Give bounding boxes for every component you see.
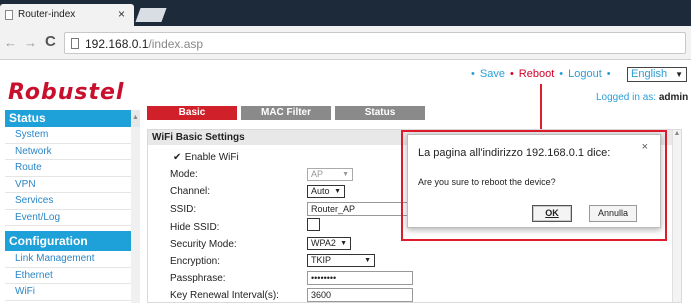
nav-bullet: • <box>509 68 514 80</box>
mode-label: Mode: <box>170 169 198 180</box>
security-mode-select[interactable]: WPA2 ▼ <box>307 237 351 250</box>
passphrase-label: Passphrase: <box>170 273 226 284</box>
cancel-button[interactable]: Annulla <box>589 205 637 222</box>
chevron-down-icon: ▼ <box>342 171 349 178</box>
robustel-logo: Robustel <box>8 80 125 105</box>
close-tab-icon[interactable]: × <box>118 7 125 21</box>
browser-toolbar: ← → C 192.168.0.1/index.asp <box>0 26 691 60</box>
passphrase-input[interactable]: •••••••• <box>307 271 413 285</box>
sidebar-item-services[interactable]: Services <box>5 193 131 210</box>
language-value: English <box>631 68 668 80</box>
url-text: 192.168.0.1/index.asp <box>85 37 204 51</box>
channel-select[interactable]: Auto ▼ <box>307 185 345 198</box>
panel-scrollbar[interactable]: ▲ <box>672 130 681 302</box>
checkmark-icon: ✔ <box>173 152 182 163</box>
encryption-label: Encryption: <box>170 256 221 267</box>
mode-select[interactable]: AP ▼ <box>307 168 353 181</box>
arrow-right-icon[interactable]: → <box>24 35 37 50</box>
sidebar-item-wifi[interactable]: WiFi <box>5 284 131 301</box>
sidebar-item-ethernet[interactable]: Ethernet <box>5 268 131 284</box>
scroll-up-icon[interactable]: ▲ <box>673 130 681 137</box>
chevron-down-icon: ▼ <box>364 257 371 264</box>
dialog-message: Are you sure to reboot the device? <box>418 177 556 187</box>
username: admin <box>658 92 689 103</box>
key-renewal-label: Key Renewal Interval(s): <box>170 290 279 301</box>
browser-tab-bar: Router-index × <box>0 0 691 26</box>
security-mode-label: Security Mode: <box>170 239 237 250</box>
page-icon <box>71 38 79 49</box>
enable-wifi-checkbox[interactable]: ✔ Enable WiFi <box>173 152 239 163</box>
chevron-down-icon: ▼ <box>675 70 683 79</box>
sidebar-item-event-log[interactable]: Event/Log <box>5 210 131 226</box>
enable-wifi-label: Enable WiFi <box>184 152 239 163</box>
hide-ssid-checkbox[interactable] <box>307 218 320 231</box>
nav-bullet: • <box>471 68 475 80</box>
sidebar-scrollbar[interactable] <box>131 127 140 303</box>
key-renewal-input[interactable]: 3600 <box>307 288 413 302</box>
save-link[interactable]: Save <box>480 68 505 80</box>
address-bar[interactable]: 192.168.0.1/index.asp <box>64 32 686 54</box>
top-nav: • Save • Reboot • Logout • <box>466 68 616 80</box>
scroll-up-icon[interactable]: ▲ <box>131 110 140 127</box>
sidebar-heading-status[interactable]: Status ▲ <box>5 110 140 127</box>
nav-bullet: • <box>559 68 564 80</box>
dialog-title: La pagina all'indirizzo 192.168.0.1 dice… <box>418 147 611 159</box>
page-icon <box>5 10 13 20</box>
highlight-connector <box>540 84 542 130</box>
reload-icon[interactable]: C <box>45 33 56 50</box>
close-icon[interactable]: × <box>642 141 648 153</box>
ssid-label: SSID: <box>170 204 197 215</box>
ok-button[interactable]: OK <box>532 205 572 222</box>
confirm-dialog: La pagina all'indirizzo 192.168.0.1 dice… <box>407 134 661 228</box>
tab-title: Router-index <box>18 9 76 20</box>
arrow-left-icon[interactable]: ← <box>4 35 17 50</box>
browser-tab[interactable]: Router-index × <box>0 4 134 26</box>
hide-ssid-label: Hide SSID: <box>170 222 220 233</box>
nav-bullet: • <box>606 68 611 80</box>
sidebar-item-route[interactable]: Route <box>5 160 131 177</box>
tab-basic[interactable]: Basic <box>147 106 237 120</box>
logged-in-status: Logged in as: admin <box>596 92 689 103</box>
reboot-link[interactable]: Reboot <box>519 68 554 80</box>
ssid-input[interactable]: Router_AP <box>307 202 413 216</box>
sidebar-item-network[interactable]: Network <box>5 144 131 160</box>
sidebar-item-system[interactable]: System <box>5 127 131 144</box>
sidebar-item-link-management[interactable]: Link Management <box>5 251 131 268</box>
channel-label: Channel: <box>170 186 211 197</box>
sidebar-heading-configuration[interactable]: Configuration <box>5 231 131 251</box>
new-tab-button[interactable] <box>135 8 167 22</box>
logout-link[interactable]: Logout <box>568 68 602 80</box>
language-select[interactable]: English ▼ <box>627 67 687 82</box>
tab-status[interactable]: Status <box>335 106 425 120</box>
chevron-down-icon: ▼ <box>334 188 341 195</box>
chevron-down-icon: ▼ <box>340 240 347 247</box>
sidebar-item-vpn[interactable]: VPN <box>5 177 131 193</box>
sidebar: Status ▲ System Network Route VPN Servic… <box>5 110 140 303</box>
tab-mac-filter[interactable]: MAC Filter <box>241 106 331 120</box>
encryption-select[interactable]: TKIP ▼ <box>307 254 375 267</box>
